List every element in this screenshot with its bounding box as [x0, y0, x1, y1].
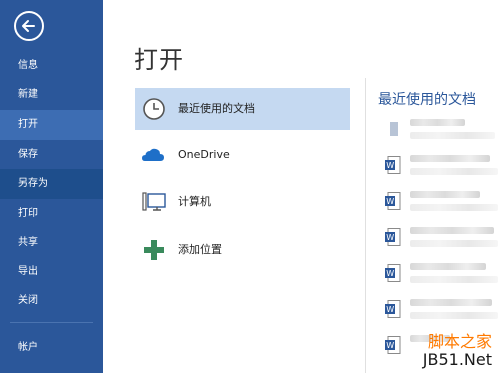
svg-text:W: W: [386, 161, 394, 170]
place-label: 添加位置: [178, 243, 222, 256]
word-document-icon: W: [385, 228, 401, 246]
word-document-icon: W: [385, 336, 401, 354]
backstage-sidebar: 信息 新建 打开 保存 另存为 打印 共享 导出 关闭 帐户: [0, 0, 103, 373]
place-label: 最近使用的文档: [178, 102, 255, 115]
place-computer[interactable]: 计算机: [135, 181, 350, 223]
sidebar-item-open[interactable]: 打开: [0, 110, 103, 140]
sidebar-divider: [10, 322, 93, 323]
word-document-icon: W: [385, 156, 401, 174]
word-document-icon: W: [385, 192, 401, 210]
panel-divider: [365, 78, 366, 373]
place-recent-documents[interactable]: 最近使用的文档: [135, 88, 350, 130]
site-watermark: 脚本之家 JB51.Net: [423, 333, 492, 369]
place-label: OneDrive: [178, 148, 230, 161]
blurred-filename: [410, 119, 465, 126]
sidebar-item-account[interactable]: 帐户: [0, 333, 103, 363]
svg-text:W: W: [386, 233, 394, 242]
svg-text:W: W: [386, 305, 394, 314]
folder-icon: [390, 122, 398, 136]
blurred-filename: [410, 191, 480, 198]
blurred-path: [410, 276, 498, 283]
sidebar-item-info[interactable]: 信息: [0, 51, 103, 81]
sidebar-item-save[interactable]: 保存: [0, 140, 103, 170]
watermark-line-1: 脚本之家: [427, 332, 492, 351]
blurred-path: [410, 240, 498, 247]
svg-text:W: W: [386, 197, 394, 206]
word-document-icon: W: [385, 300, 401, 318]
blurred-filename: [410, 299, 492, 306]
blurred-filename: [410, 155, 490, 162]
back-button[interactable]: [14, 11, 44, 41]
sidebar-item-export[interactable]: 导出: [0, 257, 103, 287]
plus-icon: [144, 240, 164, 260]
sidebar-item-save-as[interactable]: 另存为: [0, 169, 103, 199]
blurred-filename: [410, 227, 494, 234]
blurred-path: [410, 168, 498, 175]
sidebar-item-share[interactable]: 共享: [0, 228, 103, 258]
clock-icon: [143, 98, 165, 120]
sidebar-item-print[interactable]: 打印: [0, 199, 103, 229]
blurred-filename: [410, 263, 486, 270]
cloud-icon: [142, 148, 164, 161]
back-arrow-icon: [22, 20, 35, 32]
blurred-path: [410, 204, 498, 211]
recent-documents-heading: 最近使用的文档: [378, 92, 476, 108]
place-onedrive[interactable]: OneDrive: [135, 134, 350, 176]
svg-text:W: W: [386, 269, 394, 278]
place-label: 计算机: [178, 195, 211, 208]
blurred-path: [410, 312, 498, 319]
computer-icon: [142, 192, 166, 211]
watermark-line-2: JB51.Net: [422, 350, 492, 369]
svg-text:W: W: [386, 341, 394, 350]
sidebar-item-new[interactable]: 新建: [0, 80, 103, 110]
word-document-icon: W: [385, 264, 401, 282]
page-title: 打开: [134, 46, 184, 74]
blurred-path: [410, 132, 495, 139]
sidebar-item-close[interactable]: 关闭: [0, 286, 103, 316]
place-add-location[interactable]: 添加位置: [135, 229, 350, 271]
